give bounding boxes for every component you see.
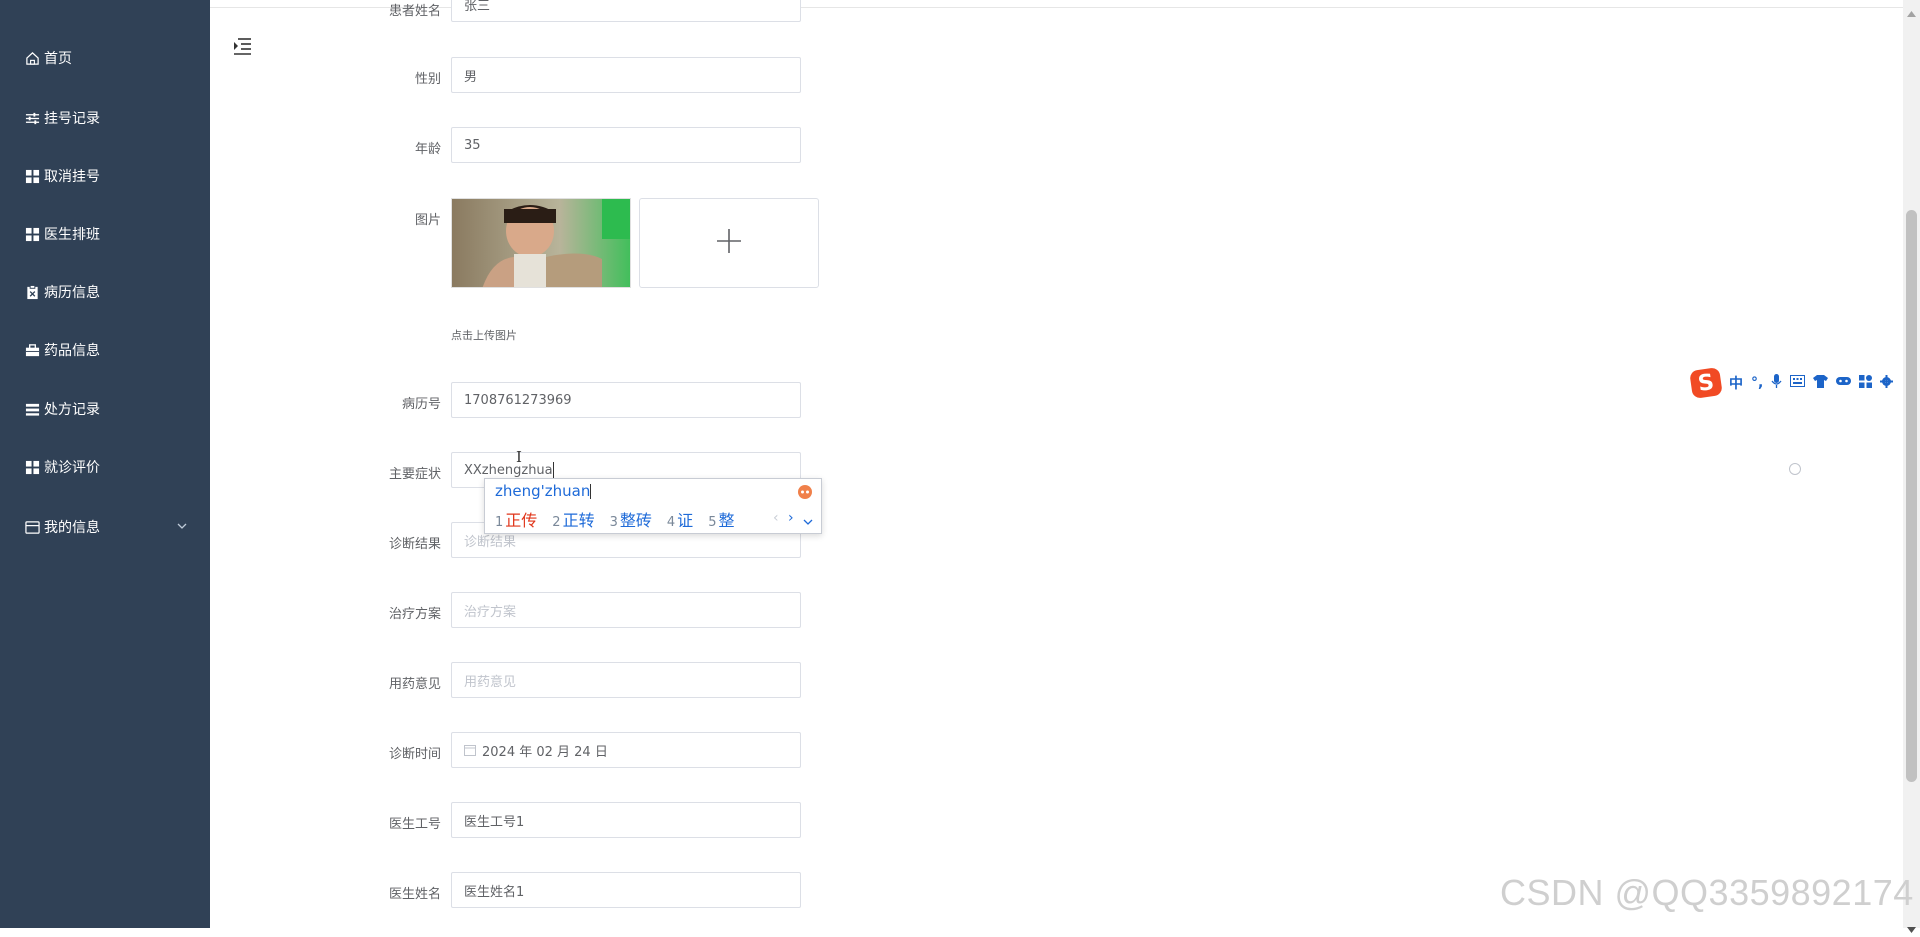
chevron-down-icon: [176, 520, 188, 536]
medication-input[interactable]: 用药意见: [451, 662, 801, 698]
diagnosis-label: 诊断结果: [388, 537, 441, 552]
sidebar-item-my-info[interactable]: 我的信息: [0, 507, 210, 547]
scrollbar-thumb[interactable]: [1906, 210, 1917, 782]
ime-candidate[interactable]: 5整: [708, 507, 734, 531]
sidebar-item-cancel-registration[interactable]: 取消挂号: [0, 156, 210, 196]
punctuation-icon[interactable]: °,: [1751, 375, 1763, 391]
card-icon: [24, 519, 40, 535]
sidebar-item-label: 医生排班: [44, 227, 100, 243]
text-caret: [552, 462, 554, 478]
gender-input[interactable]: 男: [451, 57, 801, 93]
circle-icon: [1789, 463, 1801, 475]
briefcase-icon: [24, 342, 40, 358]
ime-skin-icon[interactable]: [797, 484, 813, 504]
ime-language-toggle[interactable]: 中: [1729, 373, 1743, 393]
sliders-icon: [24, 110, 40, 126]
image-upload-button[interactable]: [639, 198, 819, 288]
sidebar-item-doctor-schedule[interactable]: 医生排班: [0, 214, 210, 254]
diagnosis-date-picker[interactable]: 2024 年 02 月 24 日: [451, 732, 801, 768]
microphone-icon[interactable]: [1771, 374, 1782, 392]
upload-tip: 点击上传图片: [451, 329, 517, 342]
doctor-id-input[interactable]: 医生工号1: [451, 802, 801, 838]
keyboard-icon[interactable]: [1790, 375, 1806, 391]
grid-icon: [24, 459, 40, 475]
sidebar-item-label: 首页: [44, 51, 72, 67]
sidebar-toggle-icon[interactable]: [232, 36, 252, 56]
record-number-input[interactable]: 1708761273969: [451, 382, 801, 418]
skin-shirt-icon[interactable]: [1813, 374, 1829, 392]
home-icon: [24, 50, 40, 66]
age-input[interactable]: 35: [451, 127, 801, 163]
ime-candidate[interactable]: 3 整砖: [610, 507, 652, 531]
medication-label: 用药意见: [388, 677, 441, 692]
calendar-icon: [464, 744, 476, 756]
gender-label: 性别: [414, 72, 441, 87]
patient-name-input[interactable]: 张三: [451, 0, 801, 22]
watermark: CSDN @QQ3359892174: [1500, 872, 1914, 913]
doctor-name-label: 医生姓名: [388, 887, 441, 902]
gamepad-icon[interactable]: [1836, 375, 1852, 391]
scroll-up-icon[interactable]: [1907, 2, 1916, 21]
toolbox-icon[interactable]: [1859, 374, 1873, 392]
patient-name-label: 患者姓名: [388, 4, 441, 19]
ime-candidate[interactable]: 4证: [667, 507, 693, 531]
text-cursor-icon: I: [516, 448, 522, 466]
sidebar-item-label: 病历信息: [44, 285, 100, 301]
ime-next-page-icon[interactable]: ›: [788, 510, 794, 526]
clipboard-icon: [24, 284, 40, 300]
sidebar-item-prescriptions[interactable]: 处方记录: [0, 389, 210, 429]
sogou-logo-icon[interactable]: S: [1689, 367, 1723, 399]
sidebar-item-label: 就诊评价: [44, 460, 100, 476]
diagnosis-time-label: 诊断时间: [388, 747, 441, 762]
record-number-label: 病历号: [401, 397, 441, 412]
sidebar-item-label: 挂号记录: [44, 111, 100, 127]
grid-icon: [24, 168, 40, 184]
list-icon: [24, 401, 40, 417]
ime-prev-page-icon[interactable]: ‹: [773, 510, 779, 526]
sidebar-item-medical-records[interactable]: 病历信息: [0, 272, 210, 312]
symptom-label: 主要症状: [388, 467, 441, 482]
ime-candidate[interactable]: 1 正传: [495, 507, 537, 531]
grid-icon: [24, 226, 40, 242]
treatment-input[interactable]: 治疗方案: [451, 592, 801, 628]
sidebar-item-label: 我的信息: [44, 520, 100, 536]
sidebar-item-home[interactable]: 首页: [0, 38, 210, 78]
sidebar-item-visit-reviews[interactable]: 就诊评价: [0, 447, 210, 487]
ime-candidate[interactable]: 2 正转: [552, 507, 594, 531]
patient-photo[interactable]: [451, 198, 631, 288]
ime-toolbar: S 中 °,: [1689, 367, 1920, 399]
sidebar-item-label: 药品信息: [44, 343, 100, 359]
ime-candidate-window: zheng'zhuan 1 正传 2 正转 3 整砖 4证 5整 ‹ ›: [484, 478, 822, 534]
sidebar-item-medicines[interactable]: 药品信息: [0, 330, 210, 370]
ime-expand-icon[interactable]: [803, 512, 813, 531]
sidebar-item-label: 取消挂号: [44, 169, 100, 185]
plus-icon: [716, 228, 742, 258]
sidebar-item-registrations[interactable]: 挂号记录: [0, 98, 210, 138]
settings-gear-icon[interactable]: [1880, 374, 1894, 392]
age-label: 年龄: [414, 142, 441, 157]
ime-pinyin: zheng'zhuan: [495, 482, 592, 500]
ime-candidate-list: 1 正传 2 正转 3 整砖 4证 5整: [495, 507, 749, 531]
sidebar-item-label: 处方记录: [44, 402, 100, 418]
doctor-name-input[interactable]: 医生姓名1: [451, 872, 801, 908]
image-label: 图片: [414, 213, 441, 228]
doctor-id-label: 医生工号: [388, 817, 441, 832]
treatment-label: 治疗方案: [388, 607, 441, 622]
sidebar: 首页 挂号记录 取消挂号 医生排班 病历信息 药品信息 处方记录 就诊评价 我的…: [0, 0, 210, 928]
